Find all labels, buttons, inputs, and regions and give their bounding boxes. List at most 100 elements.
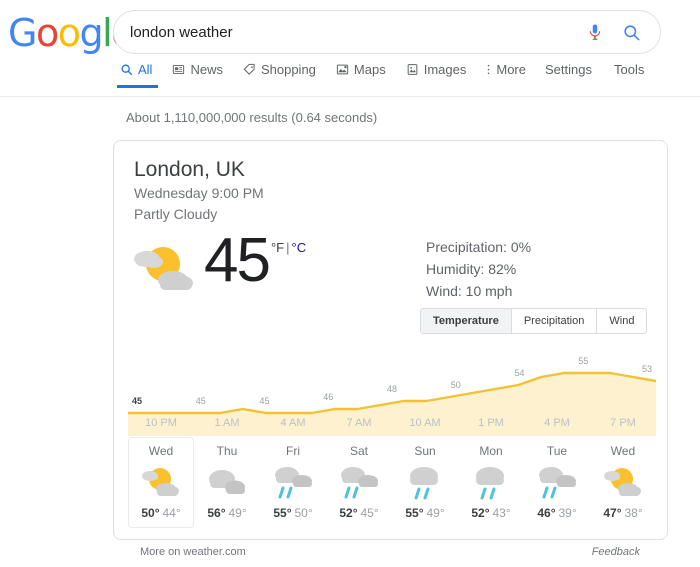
- forecast-day[interactable]: Wed 47° 38°: [590, 437, 656, 528]
- chart-point-label: 45: [259, 396, 269, 406]
- forecast-high: 50°: [141, 506, 160, 520]
- cloudy-icon: [195, 460, 259, 504]
- microphone-icon[interactable]: [582, 19, 608, 45]
- axis-tick-label: 4 AM: [280, 417, 306, 429]
- tab-news[interactable]: News: [162, 62, 233, 88]
- axis-tick-label: 7 AM: [346, 417, 372, 429]
- forecast-row: Wed 50° 44° Thu 56° 49° Fri 55° 50° Sat 52° 45° Sun 5…: [128, 437, 656, 528]
- chart-x-axis: 10 PM 1 AM 4 AM 7 AM 10 AM 1 PM 4 PM 7 PM: [128, 417, 656, 433]
- search-icon[interactable]: [618, 19, 644, 45]
- weather-temperature-block: 45 °F | °C: [204, 225, 306, 310]
- tab-label: More: [496, 62, 526, 77]
- result-stats: About 1,110,000,000 results (0.64 second…: [126, 110, 378, 125]
- forecast-day[interactable]: Wed 50° 44°: [128, 437, 194, 528]
- chart-point-label: 54: [514, 368, 524, 378]
- tab-label: Maps: [353, 62, 386, 77]
- tools-button[interactable]: Tools: [614, 62, 644, 77]
- logo-letter: o: [35, 11, 59, 55]
- tab-shopping[interactable]: Shopping: [233, 62, 326, 88]
- weather-temperature: 45: [204, 225, 271, 295]
- weather-datetime: Wednesday 9:00 PM: [134, 185, 264, 202]
- rain-icon: [393, 460, 457, 504]
- unit-toggle[interactable]: °F | °C: [271, 240, 306, 255]
- search-nav-tabs: All News Shopping Maps Images More: [113, 62, 536, 88]
- search-icon: [120, 63, 133, 76]
- chart-point-label: 46: [323, 392, 333, 402]
- weather-location: London, UK: [134, 158, 245, 181]
- settings-button[interactable]: Settings: [545, 62, 592, 77]
- forecast-temps: 50° 44°: [129, 506, 193, 520]
- toggle-precipitation[interactable]: Precipitation: [512, 309, 598, 333]
- logo-letter: o: [57, 11, 81, 55]
- axis-tick-label: 7 PM: [610, 417, 636, 429]
- chart-point-label: 53: [642, 364, 652, 374]
- precipitation-stat: Precipitation: 0%: [426, 239, 532, 255]
- chart-point-label: 48: [387, 384, 397, 394]
- tab-maps[interactable]: Maps: [326, 62, 396, 88]
- forecast-day-name: Sat: [349, 444, 368, 458]
- search-input[interactable]: [130, 23, 572, 41]
- rain-cloud-icon: [525, 460, 589, 504]
- forecast-day-name: Sun: [414, 444, 436, 458]
- forecast-high: 52°: [471, 506, 490, 520]
- forecast-temps: 56° 49°: [195, 506, 259, 520]
- forecast-high: 46°: [537, 506, 556, 520]
- page-header: Google All: [0, 0, 700, 97]
- tab-label: Images: [423, 62, 467, 77]
- unit-fahrenheit[interactable]: °F: [271, 240, 284, 255]
- forecast-day[interactable]: Mon 52° 43°: [458, 437, 524, 528]
- forecast-temps: 52° 43°: [459, 506, 523, 520]
- forecast-temps: 47° 38°: [591, 506, 655, 520]
- chart-point-label: 45: [196, 396, 206, 406]
- toggle-wind[interactable]: Wind: [597, 309, 646, 333]
- unit-separator: |: [286, 239, 290, 255]
- partly-cloudy-icon: [591, 460, 655, 504]
- forecast-day[interactable]: Sun 55° 49°: [392, 437, 458, 528]
- forecast-high: 55°: [405, 506, 424, 520]
- logo-letter: l: [102, 11, 113, 55]
- feedback-link[interactable]: Feedback: [592, 546, 640, 558]
- forecast-day-name: Mon: [479, 444, 503, 458]
- weather-stats: Precipitation: 0% Humidity: 82% Wind: 10…: [426, 237, 531, 303]
- tab-images[interactable]: Images: [396, 62, 477, 88]
- tab-label: Shopping: [260, 62, 316, 77]
- more-vertical-icon: [486, 63, 491, 76]
- chart-point-label: 50: [451, 380, 461, 390]
- source-link[interactable]: More on weather.com: [140, 546, 246, 558]
- forecast-day[interactable]: Fri 55° 50°: [260, 437, 326, 528]
- tab-more[interactable]: More: [476, 62, 536, 88]
- forecast-day-name: Wed: [148, 444, 174, 458]
- forecast-day[interactable]: Thu 56° 49°: [194, 437, 260, 528]
- rain-cloud-icon: [261, 460, 325, 504]
- axis-tick-label: 10 PM: [145, 417, 177, 429]
- axis-tick-label: 4 PM: [544, 417, 570, 429]
- wind-stat: Wind: 10 mph: [426, 282, 513, 299]
- forecast-low: 43°: [492, 506, 511, 520]
- map-icon: [336, 63, 349, 76]
- chart-point-label: 45: [132, 396, 142, 406]
- forecast-day-name: Thu: [216, 444, 238, 458]
- forecast-low: 39°: [558, 506, 577, 520]
- forecast-temps: 55° 50°: [261, 506, 325, 520]
- forecast-temps: 46° 39°: [525, 506, 589, 520]
- forecast-day[interactable]: Sat 52° 45°: [326, 437, 392, 528]
- forecast-high: 47°: [603, 506, 622, 520]
- partly-cloudy-icon: [130, 238, 202, 300]
- unit-celsius[interactable]: °C: [292, 240, 307, 255]
- tab-label: All: [138, 62, 153, 77]
- news-icon: [172, 63, 185, 76]
- partly-cloudy-icon: [129, 460, 193, 504]
- tab-label: News: [190, 62, 223, 77]
- tab-all[interactable]: All: [113, 62, 162, 88]
- weather-card: London, UK Wednesday 9:00 PM Partly Clou…: [113, 140, 668, 540]
- forecast-day-name: Tue: [546, 444, 568, 458]
- forecast-low: 50°: [294, 506, 313, 520]
- forecast-temps: 52° 45°: [327, 506, 391, 520]
- search-bar[interactable]: [113, 10, 661, 54]
- chart-point-label: 55: [578, 356, 588, 366]
- toggle-temperature[interactable]: Temperature: [421, 309, 512, 333]
- forecast-high: 56°: [207, 506, 226, 520]
- forecast-low: 38°: [624, 506, 643, 520]
- forecast-low: 49°: [426, 506, 445, 520]
- forecast-day[interactable]: Tue 46° 39°: [524, 437, 590, 528]
